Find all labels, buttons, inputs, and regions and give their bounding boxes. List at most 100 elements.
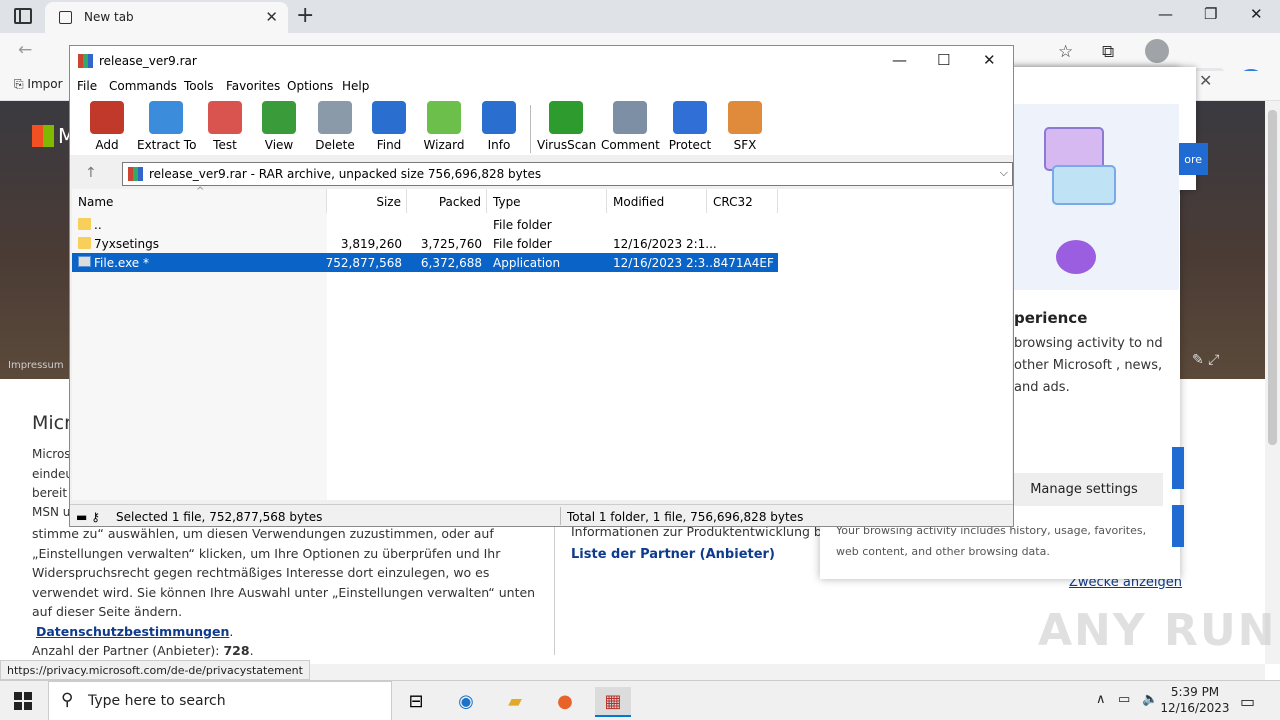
- file-list[interactable]: ^ Name Size Packed Type Modified CRC32 ..…: [72, 186, 1012, 500]
- task-view-icon[interactable]: ⊟: [398, 687, 434, 717]
- new-tab-favicon-icon: [59, 11, 72, 24]
- browser-minimize-icon[interactable]: —: [1158, 5, 1173, 23]
- popup-blue-button-edge[interactable]: [1172, 505, 1184, 547]
- menu-favorites[interactable]: Favorites: [226, 79, 280, 93]
- consent-text: stimme zu“ auswählen, um diesen Verwendu…: [32, 526, 536, 619]
- manage-settings-button[interactable]: Manage settings: [1005, 473, 1163, 506]
- tab-new-tab[interactable]: New tab ✕: [45, 2, 288, 33]
- search-placeholder: Type here to search: [88, 693, 226, 709]
- toolbar-delete-button[interactable]: Delete: [314, 101, 356, 155]
- taskbar-search-box[interactable]: ⚲ Type here to search: [48, 681, 392, 720]
- winrar-menubar: File Commands Tools Favorites Options He…: [70, 76, 1013, 97]
- toolbar-test-button[interactable]: Test: [206, 101, 244, 155]
- browser-tab-bar: New tab ✕ + — ❐ ✕: [0, 0, 1280, 33]
- popup-close-icon[interactable]: ✕: [1199, 71, 1212, 90]
- favorites-import-item[interactable]: ⎘ Impor: [14, 77, 63, 92]
- winrar-taskbar-icon[interactable]: ▦: [595, 687, 631, 717]
- clock-date: 12/16/2023: [1160, 701, 1230, 715]
- toolbar-view-button[interactable]: View: [258, 101, 300, 155]
- winrar-close-icon[interactable]: ✕: [983, 51, 996, 69]
- menu-file[interactable]: File: [77, 79, 97, 93]
- chevron-down-icon[interactable]: ⌵: [1000, 166, 1008, 180]
- column-header-crc32[interactable]: CRC32: [707, 189, 778, 213]
- firefox-icon[interactable]: ●: [547, 687, 583, 717]
- toolbar-virusscan-button[interactable]: VirusScan: [537, 101, 596, 155]
- taskbar-clock[interactable]: 5:39 PM 12/16/2023: [1160, 684, 1230, 716]
- winrar-minimize-icon[interactable]: —: [892, 51, 907, 69]
- menu-options[interactable]: Options: [287, 79, 333, 93]
- anyrun-watermark: ANY RUN: [1038, 605, 1277, 656]
- file-row[interactable]: .. File folder: [72, 215, 778, 234]
- popup-text: browsing activity to nd other Microsoft …: [1014, 336, 1163, 395]
- archive-icon: [128, 167, 143, 181]
- winrar-title: release_ver9.rar: [99, 54, 197, 68]
- application-exe-icon: [78, 256, 91, 267]
- menu-help[interactable]: Help: [342, 79, 369, 93]
- delete-bin-icon: [318, 101, 352, 134]
- consent-fragment: eindeu: [32, 467, 73, 481]
- consent-fragment: Micros: [32, 447, 71, 461]
- up-folder-arrow-icon[interactable]: ↑: [85, 165, 97, 181]
- column-header-name[interactable]: ^ Name: [72, 186, 327, 213]
- back-arrow-icon[interactable]: ←: [18, 40, 32, 60]
- column-header-modified[interactable]: Modified: [607, 189, 707, 213]
- tab-close-icon[interactable]: ✕: [265, 8, 278, 26]
- column-header-packed[interactable]: Packed: [407, 189, 487, 213]
- toolbar-sfx-button[interactable]: SFX: [725, 101, 765, 155]
- toolbar-find-button[interactable]: Find: [370, 101, 408, 155]
- extract-folder-icon: [149, 101, 183, 134]
- winrar-titlebar[interactable]: release_ver9.rar — ☐ ✕: [70, 46, 1013, 76]
- column-header-size[interactable]: Size: [327, 189, 407, 213]
- column-header-type[interactable]: Type: [487, 189, 607, 213]
- consent-paragraph: stimme zu“ auswählen, um diesen Verwendu…: [32, 526, 536, 658]
- popup-blue-button-edge[interactable]: [1172, 447, 1184, 489]
- partner-list-link[interactable]: Liste der Partner (Anbieter): [571, 547, 775, 562]
- toolbar-extract-button[interactable]: Extract To: [137, 101, 196, 155]
- toolbar-wizard-button[interactable]: Wizard: [422, 101, 466, 155]
- toolbar-info-button[interactable]: Info: [480, 101, 518, 155]
- consent-fragment: MSN u: [32, 505, 71, 519]
- profile-avatar[interactable]: [1145, 39, 1169, 63]
- sort-ascending-icon: ^: [196, 186, 205, 197]
- archive-path-text: release_ver9.rar - RAR archive, unpacked…: [149, 167, 542, 181]
- tray-chevron-up-icon[interactable]: ∧: [1096, 692, 1106, 707]
- edge-browser-icon[interactable]: ◉: [448, 687, 484, 717]
- column-divider: [554, 520, 555, 655]
- winrar-statusbar: ▬ ⚷ Selected 1 file, 752,877,568 bytes T…: [70, 504, 1013, 526]
- toolbar-add-button[interactable]: Add: [89, 101, 125, 155]
- clock-time: 5:39 PM: [1170, 685, 1220, 699]
- menu-tools[interactable]: Tools: [184, 79, 214, 93]
- drive-key-icons[interactable]: ▬ ⚷: [76, 510, 110, 524]
- toolbar-separator: [530, 105, 531, 153]
- taskbar: ⚲ Type here to search ⊟ ◉ ▰ ● ▦ ∧ ▭ 🔈 5:…: [0, 680, 1280, 720]
- privacy-statement-link[interactable]: Datenschutzbestimmungen: [36, 624, 229, 639]
- archive-path-combo[interactable]: release_ver9.rar - RAR archive, unpacked…: [122, 162, 1013, 186]
- toolbar-comment-button[interactable]: Comment: [601, 101, 660, 155]
- menu-commands[interactable]: Commands: [109, 79, 177, 93]
- status-total: Total 1 folder, 1 file, 756,696,828 byte…: [567, 510, 804, 524]
- impressum-link[interactable]: Impressum: [8, 360, 64, 371]
- page-scroll-thumb[interactable]: [1268, 110, 1277, 445]
- popup-heading: perience: [1014, 309, 1088, 327]
- favorites-star-icon[interactable]: ☆: [1058, 42, 1073, 62]
- volume-icon[interactable]: 🔈: [1142, 692, 1158, 707]
- comment-icon: [613, 101, 647, 134]
- new-tab-plus-icon[interactable]: +: [296, 3, 314, 28]
- tab-title: New tab: [84, 10, 134, 24]
- network-icon[interactable]: ▭: [1118, 692, 1130, 707]
- link-status-url: https://privacy.microsoft.com/de-de/priv…: [0, 660, 310, 680]
- tab-actions-icon[interactable]: [14, 8, 32, 24]
- file-explorer-icon[interactable]: ▰: [497, 687, 533, 717]
- microsoft-logo-icon: [32, 125, 54, 147]
- notifications-icon[interactable]: ▭: [1240, 692, 1255, 711]
- windows-start-icon[interactable]: [14, 692, 32, 710]
- toolbar-protect-button[interactable]: Protect: [667, 101, 713, 155]
- browser-close-icon[interactable]: ✕: [1250, 5, 1263, 23]
- browser-restore-icon[interactable]: ❐: [1204, 5, 1217, 23]
- file-row-selected[interactable]: File.exe * 752,877,568 6,372,688 Applica…: [72, 253, 778, 272]
- winrar-maximize-icon[interactable]: ☐: [937, 51, 950, 69]
- file-row[interactable]: 7yxsetings 3,819,260 3,725,760 File fold…: [72, 234, 778, 253]
- illustration-chart-icon: [1052, 165, 1116, 205]
- collections-icon[interactable]: ⧉: [1102, 42, 1114, 62]
- hero-expand-icon[interactable]: ✎ ⤢: [1192, 352, 1219, 368]
